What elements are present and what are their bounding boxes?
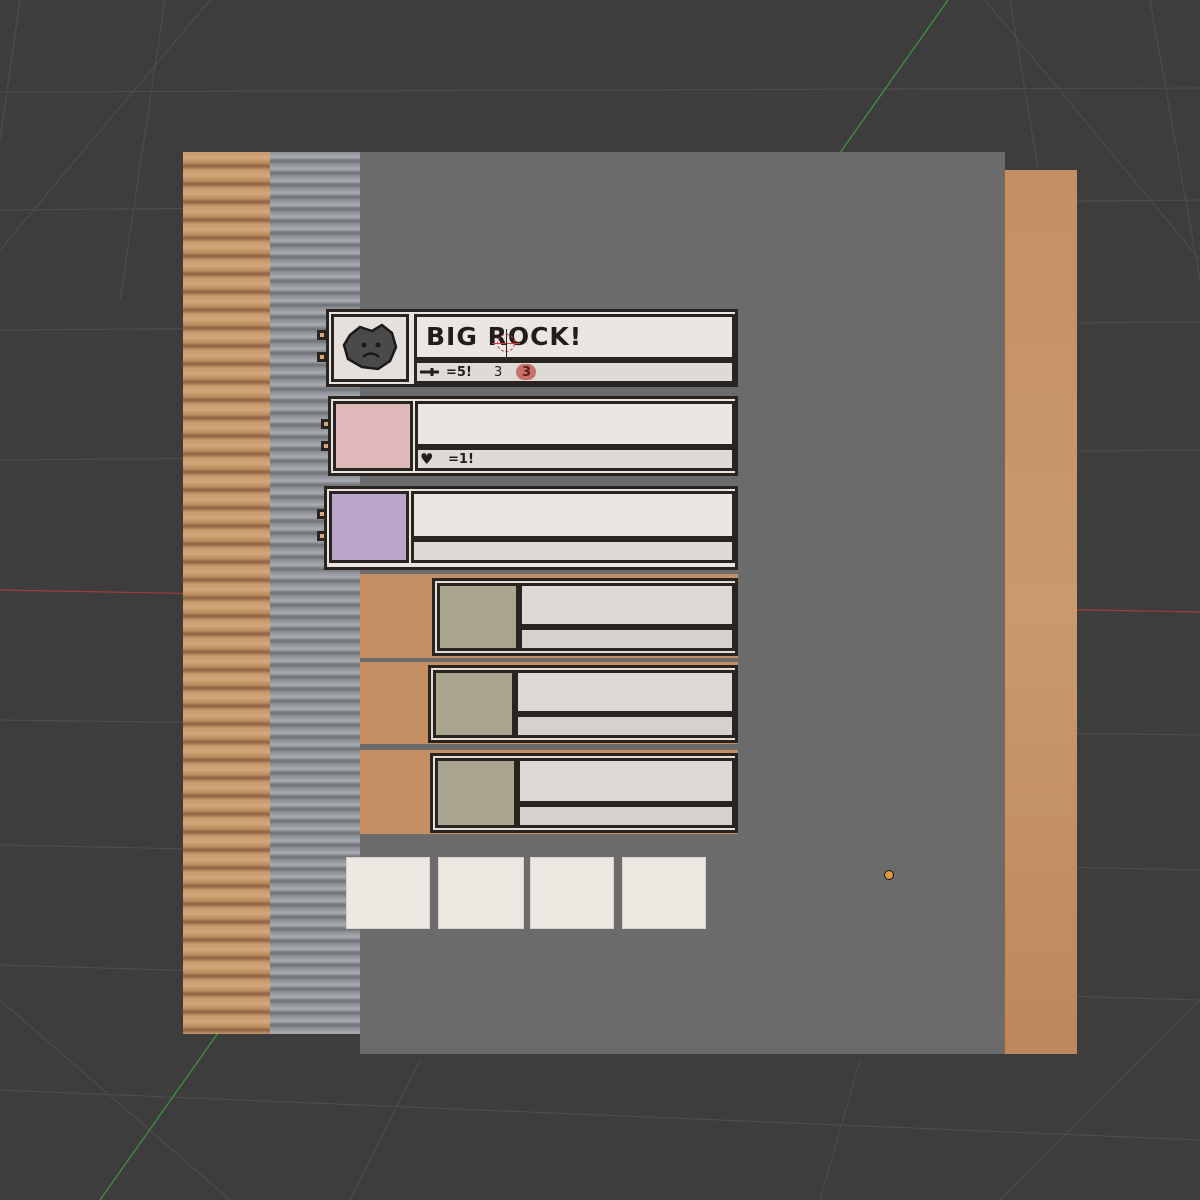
object-origin-dot[interactable]: [884, 870, 894, 880]
heart-icon: ♥: [420, 450, 434, 468]
item-stat-box: [515, 714, 735, 738]
stat-a: 3: [494, 365, 503, 380]
ability-color-slot: [329, 491, 409, 563]
inventory-slot-3[interactable]: [530, 857, 614, 929]
enemy-portrait: [331, 314, 409, 382]
attack-stat: =5!: [446, 365, 472, 380]
item-name-box: [517, 758, 735, 804]
3d-cursor-vertical: [506, 329, 507, 359]
ability-name-box: [411, 491, 735, 539]
ability-name-box: [415, 401, 735, 447]
item-color-slot: [435, 758, 517, 828]
sad-rock-icon: [342, 323, 398, 371]
ability-stat-box: [411, 539, 735, 563]
inventory-slot-4[interactable]: [622, 857, 706, 929]
item-card-3[interactable]: [430, 753, 738, 833]
item-color-slot: [433, 670, 515, 738]
item-name-box: [519, 583, 735, 627]
ability-color-slot: [333, 401, 413, 471]
cardboard-right-strip: [1004, 170, 1077, 1054]
ability-card-1[interactable]: [321, 396, 738, 476]
ability-card-2[interactable]: [317, 486, 738, 570]
ability-stat: =1!: [448, 452, 474, 467]
inventory-slot-2[interactable]: [438, 857, 524, 929]
item-stat-box: [517, 804, 735, 828]
item-card-2[interactable]: [428, 665, 738, 743]
item-card-1[interactable]: [432, 578, 738, 656]
item-name-box: [515, 670, 735, 714]
item-color-slot: [437, 583, 519, 651]
sword-icon: [420, 368, 439, 376]
stat-b: 3: [522, 365, 532, 380]
inventory-slot-1[interactable]: [346, 857, 430, 929]
item-stat-box: [519, 627, 735, 651]
